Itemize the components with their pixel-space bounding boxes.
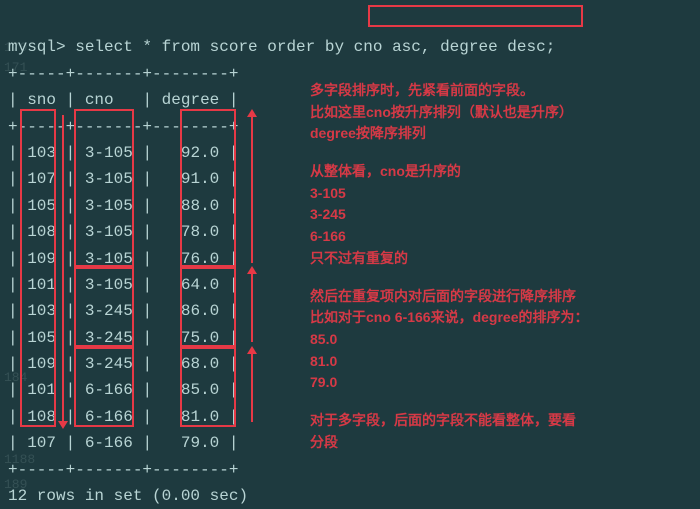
header-degree: degree xyxy=(162,91,220,109)
highlight-order-clause xyxy=(368,5,583,27)
highlight-cno-group3 xyxy=(74,347,134,427)
bg-number: 170 xyxy=(4,40,27,55)
header-cno: cno xyxy=(85,91,114,109)
note-line: 只不过有重复的 xyxy=(310,248,589,270)
bg-number: 171 xyxy=(4,60,27,75)
table-divider: +-----+-------+--------+ xyxy=(8,461,238,479)
query-order-clause: cno asc, degree desc xyxy=(354,38,546,56)
note-line: 分段 xyxy=(310,432,589,454)
highlight-sno-col xyxy=(20,109,56,427)
note-line: 比如对于cno 6-166来说，degree的排序为： xyxy=(310,307,589,329)
highlight-degree-group2 xyxy=(180,267,236,347)
note-line: 85.0 xyxy=(310,329,589,351)
note-line: 81.0 xyxy=(310,351,589,373)
arrow-up-icon xyxy=(251,272,253,342)
bg-number: 189 xyxy=(4,477,27,492)
highlight-degree-group1 xyxy=(180,109,236,267)
note-line: 然后在重复项内对后面的字段进行降序排序 xyxy=(310,286,589,308)
note-line: 79.0 xyxy=(310,372,589,394)
cell-cno: 6-166 xyxy=(85,434,133,452)
bg-number: 1188 xyxy=(4,452,35,467)
query-prefix: select * from score order by xyxy=(66,38,354,56)
note-line: 比如这里cno按升序排列（默认也是升序） xyxy=(310,102,589,124)
annotation-panel: 多字段排序时，先紧看前面的字段。 比如这里cno按升序排列（默认也是升序） de… xyxy=(310,80,589,469)
arrow-up-icon xyxy=(251,352,253,422)
highlight-cno-group1 xyxy=(74,109,134,267)
cell-sno: 107 xyxy=(27,434,56,452)
result-footer: 12 rows in set (0.00 sec) xyxy=(8,487,248,505)
cell-degree: 79.0 xyxy=(181,434,219,452)
table-divider: +-----+-------+--------+ xyxy=(8,65,238,83)
note-line: 3-105 xyxy=(310,183,589,205)
note-line: 多字段排序时，先紧看前面的字段。 xyxy=(310,80,589,102)
highlight-degree-group3 xyxy=(180,347,236,427)
header-sno: sno xyxy=(27,91,56,109)
note-line: 从整体看，cno是升序的 xyxy=(310,161,589,183)
highlight-cno-group2 xyxy=(74,267,134,347)
arrow-down-icon xyxy=(62,115,64,423)
note-line: 对于多字段，后面的字段不能看整体，要看 xyxy=(310,410,589,432)
note-line: 6-166 xyxy=(310,226,589,248)
query-suffix: ; xyxy=(546,38,556,56)
arrow-up-icon xyxy=(251,115,253,263)
note-line: degree按降序排列 xyxy=(310,123,589,145)
note-line: 3-245 xyxy=(310,204,589,226)
